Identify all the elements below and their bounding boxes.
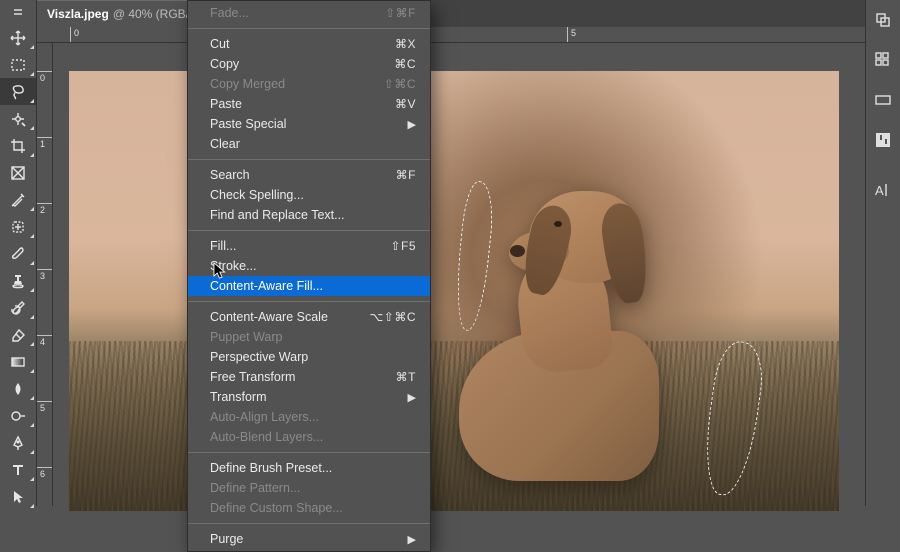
svg-text:A: A (875, 183, 884, 198)
menu-divider (188, 28, 430, 29)
menu-item-label: Define Pattern... (210, 481, 300, 495)
lasso-tool[interactable] (0, 78, 36, 105)
menu-item-find-replace[interactable]: Find and Replace Text... (188, 205, 430, 225)
menu-item-label: Perspective Warp (210, 350, 308, 364)
menu-item-label: Paste Special (210, 117, 286, 131)
menu-item-define-shape: Define Custom Shape... (188, 498, 430, 518)
vertical-ruler: 0 1 2 3 4 5 6 (37, 43, 53, 506)
swatches-panel-icon[interactable] (866, 40, 900, 80)
menu-item-puppet-warp: Puppet Warp (188, 327, 430, 347)
menu-item-label: Check Spelling... (210, 188, 304, 202)
menu-item-shortcut: ⌘F (396, 168, 416, 182)
move-tool[interactable] (0, 24, 36, 51)
menu-item-copy-merged: Copy Merged ⇧⌘C (188, 74, 430, 94)
rect-marquee-tool[interactable] (0, 51, 36, 78)
menu-item-label: Fade... (210, 6, 249, 20)
canvas-area: 0 1 2 3 4 5 6 (37, 43, 865, 506)
menu-divider (188, 523, 430, 524)
document-tab-meta: @ 40% (RGB/ (113, 7, 189, 21)
menu-item-label: Transform (210, 390, 267, 404)
menu-item-copy[interactable]: Copy ⌘C (188, 54, 430, 74)
menu-item-shortcut: ⇧⌘F (385, 6, 416, 20)
eraser-tool[interactable] (0, 321, 36, 348)
tools-panel (0, 0, 37, 506)
horizontal-ruler: 0 5 (37, 27, 865, 43)
menu-item-cut[interactable]: Cut ⌘X (188, 34, 430, 54)
brush-tool[interactable] (0, 240, 36, 267)
submenu-arrow-icon: ▶ (408, 118, 416, 131)
tools-panel-grip[interactable] (0, 0, 36, 24)
menu-item-auto-blend: Auto-Blend Layers... (188, 427, 430, 447)
menu-item-label: Find and Replace Text... (210, 208, 345, 222)
menu-item-label: Define Custom Shape... (210, 501, 343, 515)
menu-item-label: Purge (210, 532, 243, 546)
menu-item-define-brush[interactable]: Define Brush Preset... (188, 458, 430, 478)
menu-item-transform[interactable]: Transform ▶ (188, 387, 430, 407)
menu-item-label: Puppet Warp (210, 330, 283, 344)
menu-item-label: Copy (210, 57, 239, 71)
menu-item-label: Auto-Align Layers... (210, 410, 319, 424)
menu-item-label: Define Brush Preset... (210, 461, 332, 475)
menu-item-shortcut: ⌥⇧⌘C (369, 310, 416, 324)
menu-item-clear[interactable]: Clear (188, 134, 430, 154)
menu-item-content-aware-scale[interactable]: Content-Aware Scale ⌥⇧⌘C (188, 307, 430, 327)
menu-divider (188, 452, 430, 453)
menu-divider (188, 230, 430, 231)
document-tab-filename: Viszla.jpeg (47, 7, 109, 21)
menu-item-paste-special[interactable]: Paste Special ▶ (188, 114, 430, 134)
menu-item-label: Content-Aware Fill... (210, 279, 323, 293)
menu-item-label: Clear (210, 137, 240, 151)
menu-divider (188, 301, 430, 302)
dodge-tool[interactable] (0, 402, 36, 429)
menu-item-label: Copy Merged (210, 77, 285, 91)
menu-item-define-pattern: Define Pattern... (188, 478, 430, 498)
menu-item-shortcut: ⇧F5 (390, 239, 416, 253)
menu-item-label: Auto-Blend Layers... (210, 430, 323, 444)
clone-stamp-tool[interactable] (0, 267, 36, 294)
menu-item-fill[interactable]: Fill... ⇧F5 (188, 236, 430, 256)
gradient-tool[interactable] (0, 348, 36, 375)
menu-item-shortcut: ⌘X (395, 37, 416, 51)
menu-item-shortcut: ⌘T (396, 370, 416, 384)
menu-item-search[interactable]: Search ⌘F (188, 165, 430, 185)
healing-brush-tool[interactable] (0, 213, 36, 240)
mouse-cursor-icon (213, 262, 227, 280)
menu-item-label: Paste (210, 97, 242, 111)
menu-item-auto-align: Auto-Align Layers... (188, 407, 430, 427)
menu-item-label: Search (210, 168, 250, 182)
color-panel-icon[interactable] (866, 0, 900, 40)
menu-divider (188, 159, 430, 160)
photo-dog (409, 171, 699, 491)
pen-tool[interactable] (0, 429, 36, 456)
quick-select-tool[interactable] (0, 105, 36, 132)
submenu-arrow-icon: ▶ (408, 533, 416, 546)
menu-item-label: Content-Aware Scale (210, 310, 328, 324)
menu-item-perspective-warp[interactable]: Perspective Warp (188, 347, 430, 367)
right-panel-strip: A (865, 0, 900, 506)
menu-item-label: Cut (210, 37, 229, 51)
history-brush-tool[interactable] (0, 294, 36, 321)
patterns-panel-icon[interactable] (866, 120, 900, 160)
eyedropper-tool[interactable] (0, 186, 36, 213)
menu-item-purge[interactable]: Purge ▶ (188, 529, 430, 549)
menu-item-shortcut: ⌘V (395, 97, 416, 111)
menu-item-shortcut: ⌘C (394, 57, 416, 71)
document-tab-bar: Viszla.jpeg @ 40% (RGB/ × (37, 0, 900, 27)
menu-item-paste[interactable]: Paste ⌘V (188, 94, 430, 114)
menu-item-fade: Fade... ⇧⌘F (188, 3, 430, 23)
menu-item-label: Fill... (210, 239, 236, 253)
crop-tool[interactable] (0, 132, 36, 159)
menu-item-check-spelling[interactable]: Check Spelling... (188, 185, 430, 205)
menu-item-free-transform[interactable]: Free Transform ⌘T (188, 367, 430, 387)
menu-item-shortcut: ⇧⌘C (384, 77, 416, 91)
type-tool[interactable] (0, 456, 36, 483)
blur-tool[interactable] (0, 375, 36, 402)
character-panel-icon[interactable]: A (866, 170, 900, 210)
gradients-panel-icon[interactable] (866, 80, 900, 120)
submenu-arrow-icon: ▶ (408, 391, 416, 404)
document-canvas[interactable] (69, 71, 839, 511)
menu-item-label: Free Transform (210, 370, 295, 384)
frame-tool[interactable] (0, 159, 36, 186)
